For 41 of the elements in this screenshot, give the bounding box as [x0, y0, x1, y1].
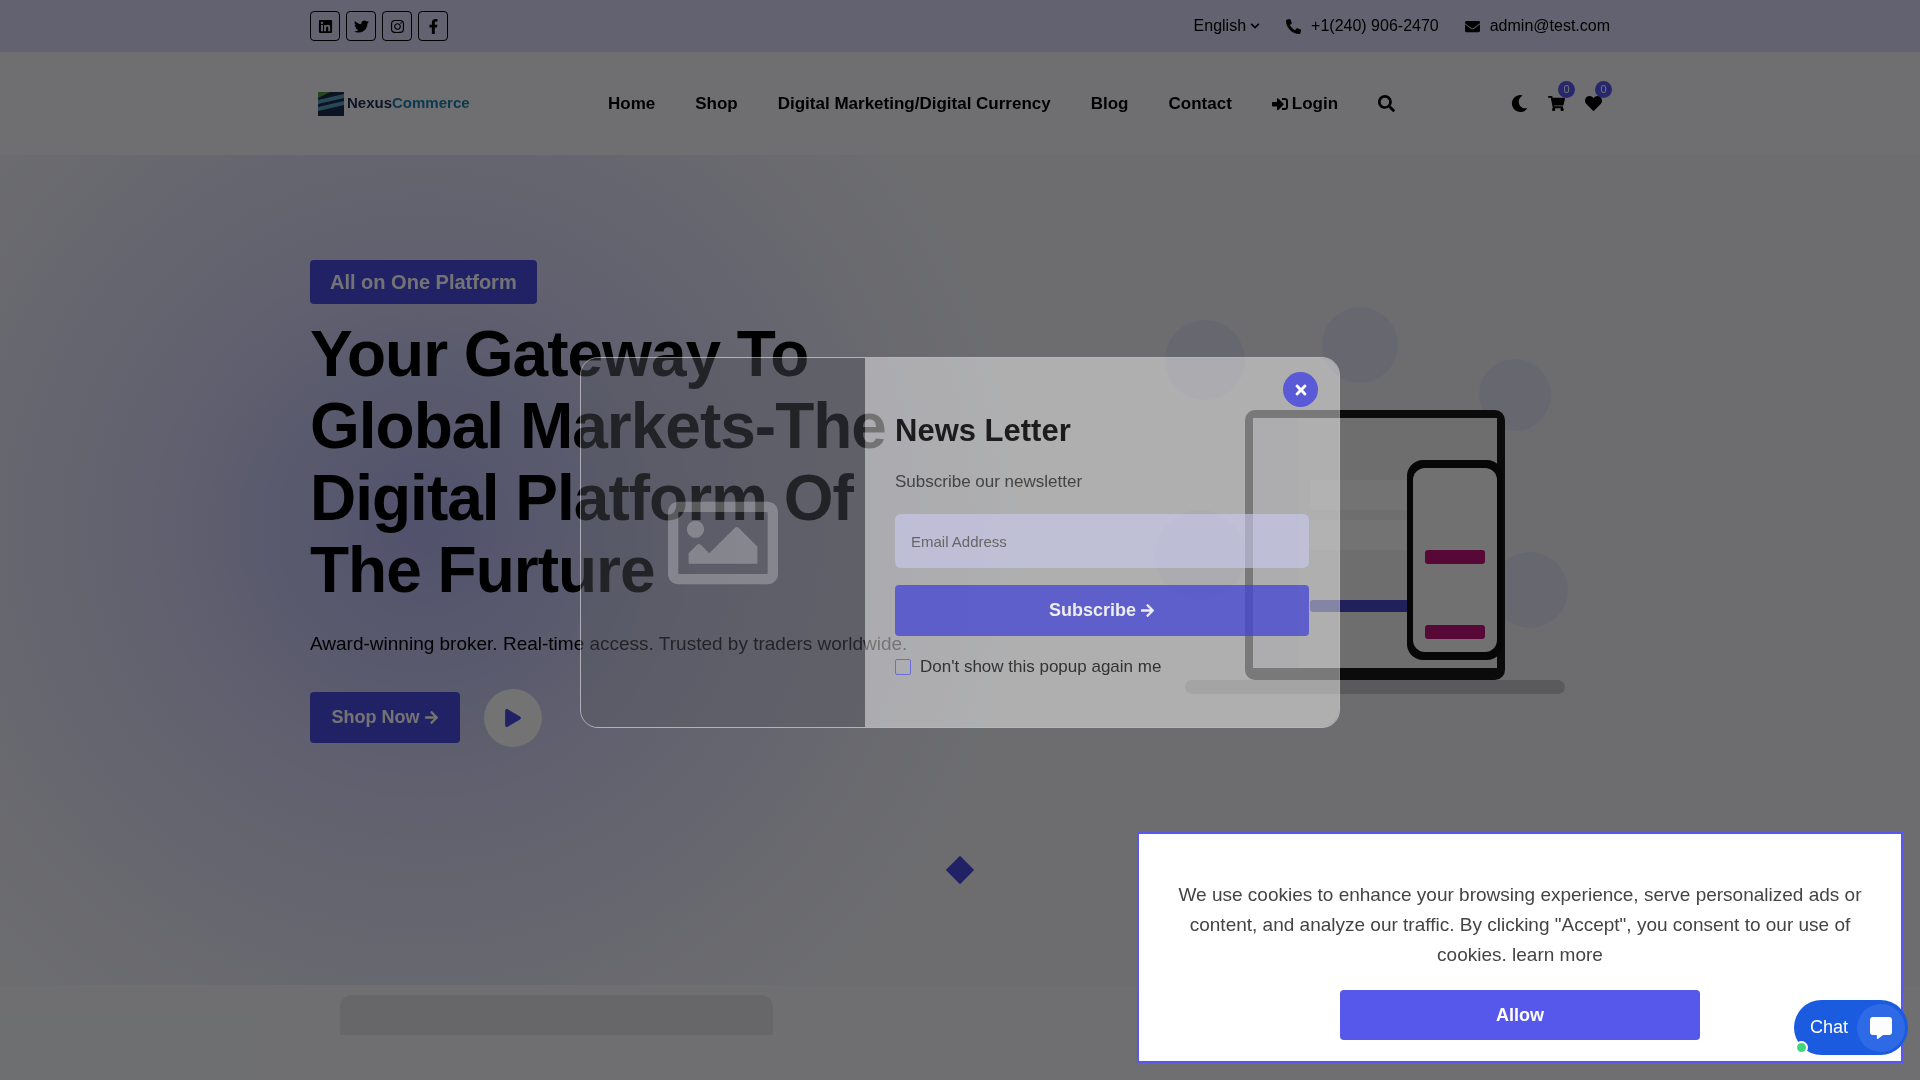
- dark-mode-icon[interactable]: [1511, 95, 1528, 112]
- email-field[interactable]: Email Address: [895, 514, 1309, 568]
- cookie-message: We use cookies to enhance your browsing experience, serve personalized ads or content, and analyze our traffic. By clicking "Accept", you consent to our use of cookies. learn more: [1177, 883, 1863, 967]
- linkedin-icon[interactable]: [310, 11, 340, 41]
- allow-button[interactable]: Allow: [1340, 990, 1700, 1040]
- email-icon: [1464, 18, 1480, 34]
- arrow-right-icon: [423, 710, 439, 725]
- nav-link[interactable]: Blog: [1090, 90, 1129, 117]
- wishlist-icon[interactable]: [1585, 95, 1602, 112]
- learn-more-link[interactable]: learn more: [1512, 944, 1603, 965]
- twitter-icon[interactable]: [346, 11, 376, 41]
- arrow-right-icon: [1140, 603, 1155, 618]
- cart-count: 0: [1558, 81, 1575, 98]
- chevron-down-icon: [1250, 21, 1261, 31]
- popup-title: News Letter: [895, 412, 1072, 450]
- chat-bubble-icon: [1870, 1016, 1892, 1039]
- wishlist-count: 0: [1595, 81, 1612, 98]
- login-link[interactable]: Login: [1271, 90, 1339, 117]
- language-dropdown[interactable]: English: [1193, 14, 1261, 38]
- dont-show-checkbox[interactable]: [895, 658, 911, 675]
- phone-icon: [1286, 18, 1302, 34]
- cart-icon[interactable]: [1548, 95, 1565, 112]
- instagram-icon[interactable]: [382, 11, 412, 41]
- logo-icon: [318, 91, 344, 116]
- nav-link[interactable]: Digital Marketing/Digital Currency: [777, 90, 1051, 117]
- facebook-icon[interactable]: [418, 11, 448, 41]
- popup-subtitle: Subscribe our newsletter: [895, 470, 1084, 493]
- nav-link[interactable]: Shop: [695, 90, 738, 117]
- sign-in-icon: [1271, 95, 1288, 112]
- logo[interactable]: NexusCommerce: [318, 91, 598, 116]
- email-address: admin@test.com: [1489, 16, 1610, 36]
- nav-link[interactable]: Contact: [1168, 90, 1232, 117]
- nav-link[interactable]: Home: [608, 90, 656, 117]
- checkbox-label: Don't show this popup again me: [920, 656, 1162, 678]
- chat-button[interactable]: Chat: [1794, 1000, 1908, 1055]
- platform-badge: All on One Platform: [310, 260, 537, 304]
- phone-number: +1(240) 906-2470: [1311, 16, 1439, 36]
- search-icon[interactable]: [1378, 95, 1396, 112]
- shop-now-button[interactable]: Shop Now: [310, 692, 460, 743]
- play-icon: [504, 708, 522, 727]
- subscribe-button[interactable]: Subscribe: [895, 585, 1309, 636]
